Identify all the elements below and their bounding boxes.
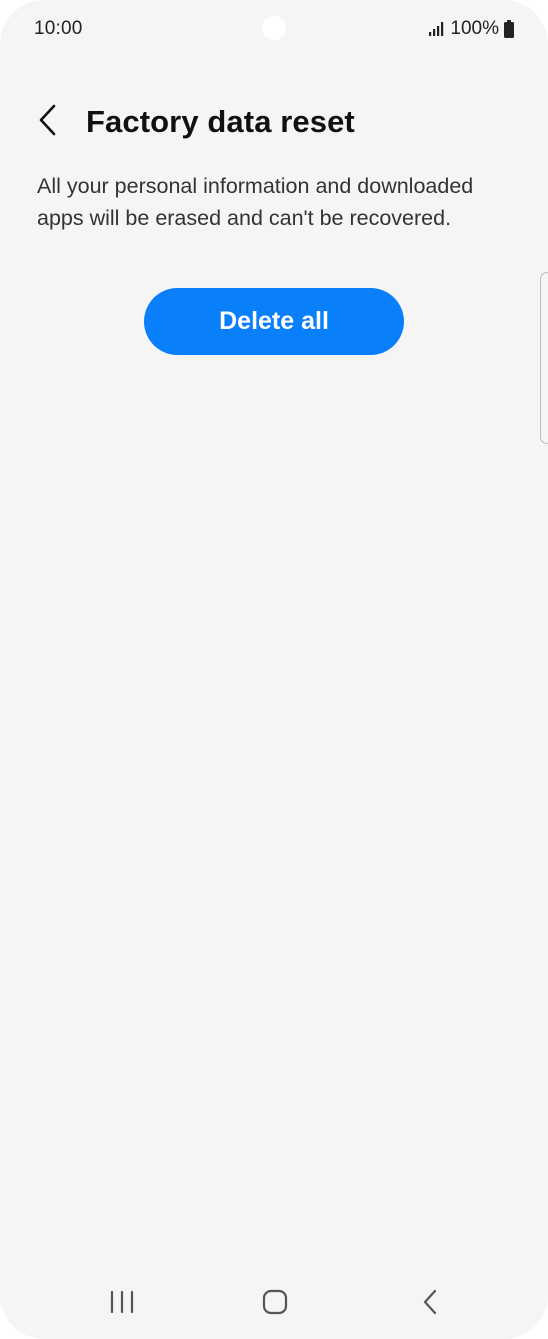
front-camera-cutout (262, 16, 286, 40)
back-button[interactable] (26, 100, 70, 144)
home-button[interactable] (247, 1284, 303, 1324)
recents-icon (109, 1290, 135, 1319)
navigation-bar (0, 1270, 548, 1339)
back-icon (421, 1289, 439, 1320)
home-icon (262, 1289, 288, 1320)
delete-all-button[interactable]: Delete all (144, 288, 404, 355)
reset-description: All your personal information and downlo… (37, 174, 474, 230)
page-title: Factory data reset (86, 104, 355, 139)
recents-button[interactable] (94, 1284, 150, 1324)
chevron-left-icon (37, 103, 59, 142)
status-bar: 10:00 100% (0, 0, 548, 58)
status-time: 10:00 (34, 18, 83, 39)
nav-back-button[interactable] (402, 1284, 458, 1324)
app-bar: Factory data reset (0, 96, 548, 152)
signal-icon (429, 22, 445, 36)
status-indicators: 100% (429, 18, 514, 40)
phone-screen: 10:00 100% Factory data reset All your p… (0, 0, 548, 1339)
edge-panel-handle[interactable] (540, 272, 548, 444)
battery-icon (504, 20, 514, 38)
battery-percent: 100% (450, 18, 499, 39)
